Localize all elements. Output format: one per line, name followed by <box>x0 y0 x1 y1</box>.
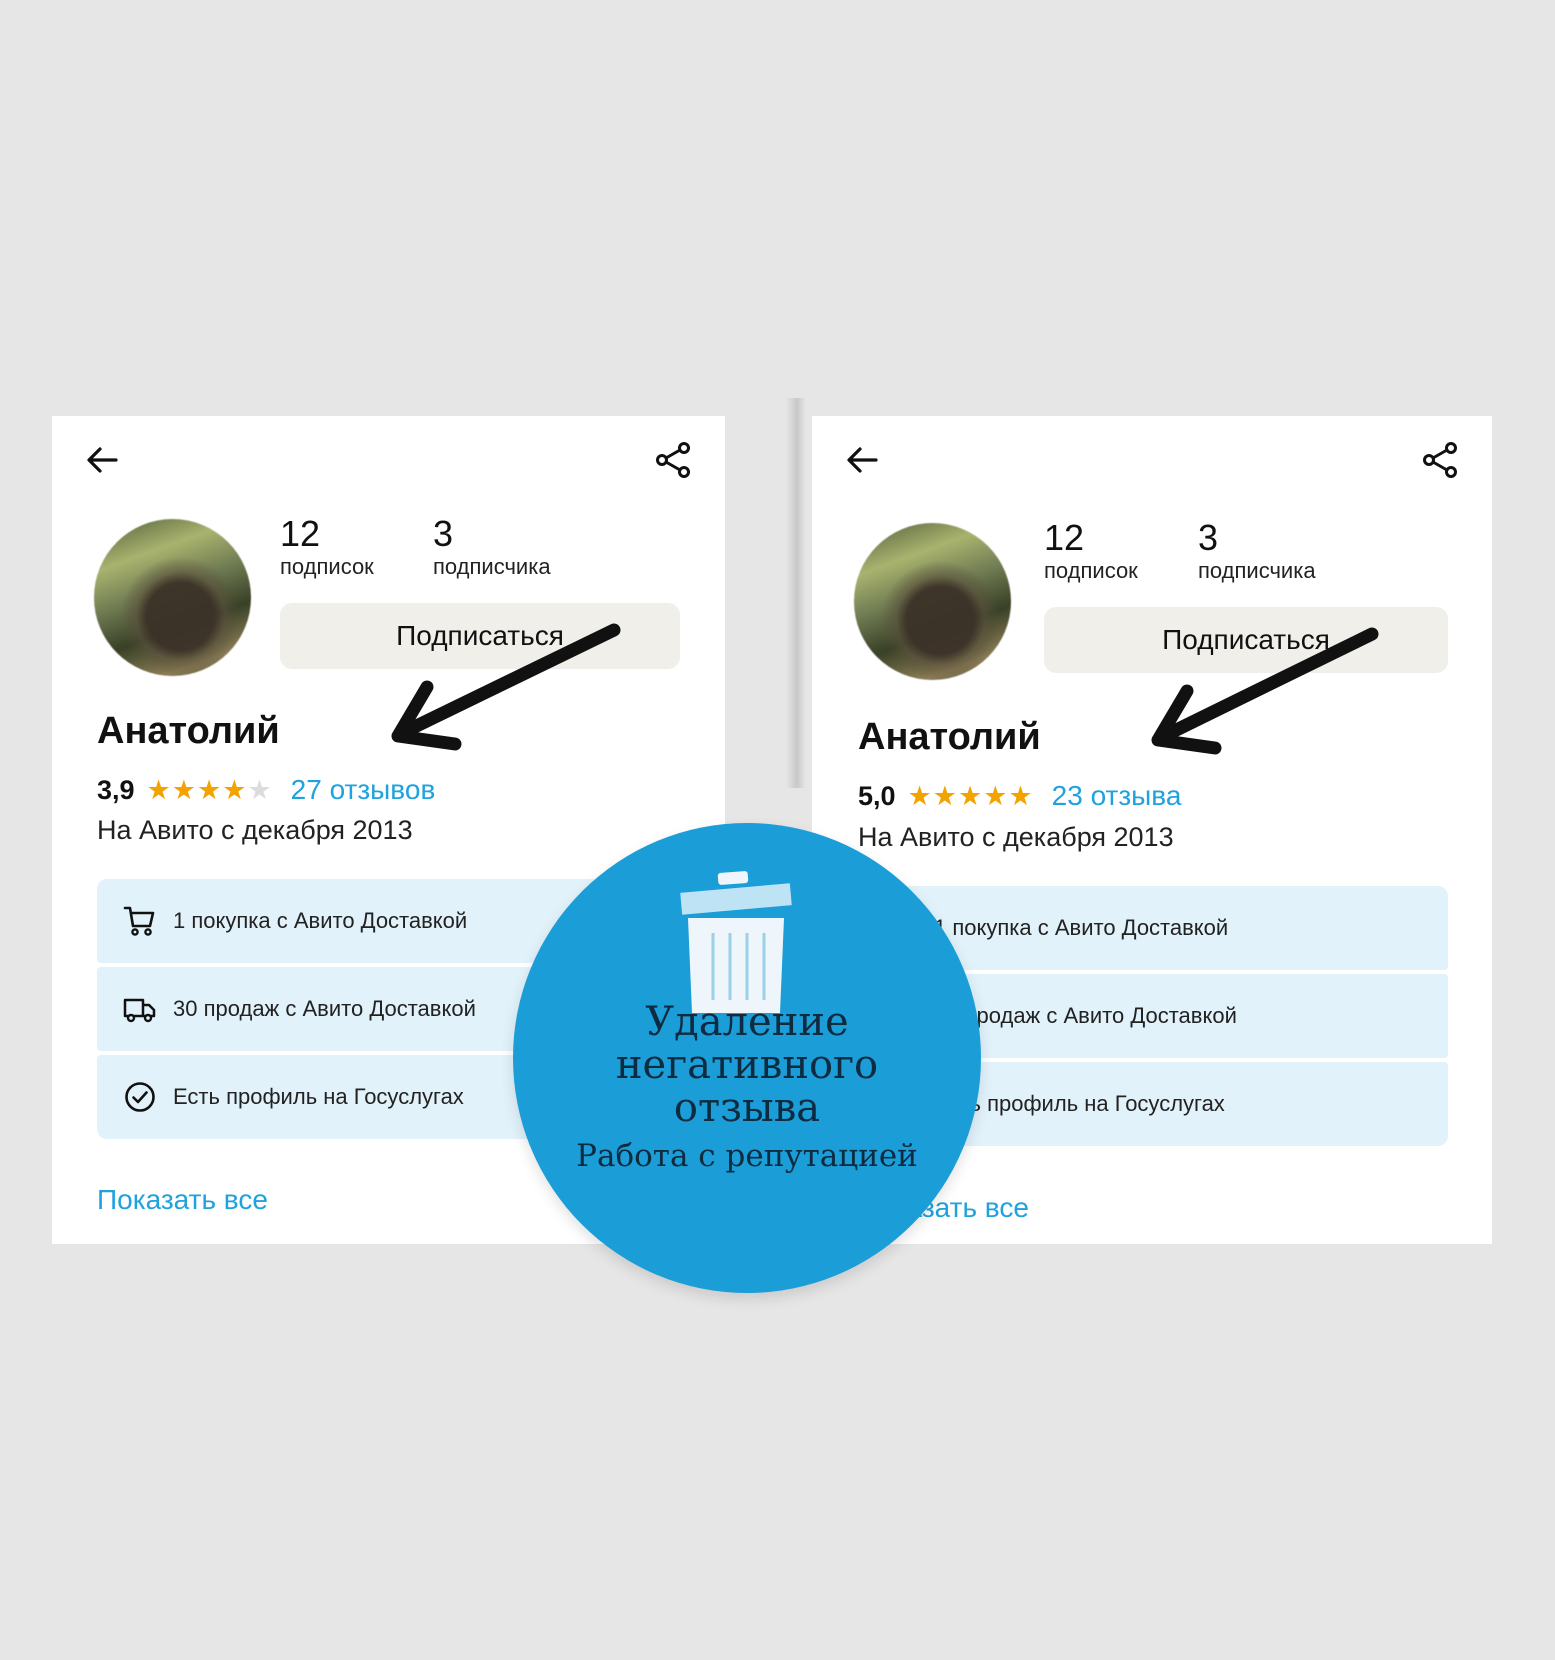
card-shadow <box>786 398 806 788</box>
member-since: На Авито с декабря 2013 <box>97 815 413 845</box>
reviews-link[interactable]: 23 отзыва <box>1052 782 1182 810</box>
star-icon: ★ <box>146 774 172 805</box>
back-arrow-icon[interactable] <box>84 442 120 478</box>
followings-count[interactable]: 12 <box>280 516 320 552</box>
annotation-arrow <box>391 623 621 751</box>
followers-label[interactable]: подписчика <box>433 556 551 578</box>
profile-name: Анатолий <box>97 710 280 752</box>
check-circle-icon <box>125 1082 155 1112</box>
followers-count[interactable]: 3 <box>433 516 453 552</box>
show-all-link[interactable]: Показать все <box>97 1186 268 1214</box>
star-icon: ★ <box>1008 780 1034 811</box>
list-item-label: 1 покупка с Авито Доставкой <box>934 915 1229 940</box>
star-icon: ★ <box>907 780 933 811</box>
avatar[interactable] <box>94 519 251 676</box>
list-item-label: 30 продаж с Авито Доставкой <box>173 996 476 1021</box>
profile-name: Анатолий <box>858 716 1041 758</box>
star-icon: ★ <box>983 780 1009 811</box>
badge-title: Удаление негативного отзыва <box>513 1001 981 1130</box>
rating-value: 3,9 <box>97 774 135 805</box>
rating-value: 5,0 <box>858 780 896 811</box>
member-since: На Авито с декабря 2013 <box>858 822 1174 852</box>
badge-title-line: Удаление <box>645 999 849 1045</box>
reviews-link[interactable]: 27 отзывов <box>291 776 436 804</box>
share-icon[interactable] <box>653 440 693 480</box>
rating-row: 3,9 ★★★★★ 27 отзывов <box>97 776 435 804</box>
rating-stars: ★★★★★ <box>146 774 273 805</box>
star-icon: ★ <box>196 774 223 805</box>
star-icon: ★ <box>171 774 197 805</box>
truck-icon <box>123 998 156 1023</box>
rating-row: 5,0 ★★★★★ 23 отзыва <box>858 782 1181 810</box>
avatar[interactable] <box>854 523 1011 680</box>
promo-badge: Удаление негативного отзыва Работа с реп… <box>513 823 981 1293</box>
star-icon: ★ <box>932 780 958 811</box>
share-icon[interactable] <box>1420 440 1460 480</box>
followings-count[interactable]: 12 <box>1044 520 1084 556</box>
badge-title-line: отзыва <box>673 1085 821 1131</box>
followers-label[interactable]: подписчика <box>1198 560 1316 582</box>
star-empty-icon: ★ <box>247 774 273 805</box>
badge-subtitle: Работа с репутацией <box>576 1138 918 1174</box>
list-item-label: Есть профиль на Госуслугах <box>173 1084 464 1109</box>
cart-icon <box>123 906 155 936</box>
followings-label[interactable]: подписок <box>280 556 374 578</box>
star-icon: ★ <box>222 774 248 805</box>
list-item-label: 1 покупка с Авито Доставкой <box>173 908 468 933</box>
rating-stars: ★★★★★ <box>907 780 1034 811</box>
trash-icon <box>680 871 792 1013</box>
followings-label[interactable]: подписок <box>1044 560 1138 582</box>
star-icon: ★ <box>957 780 984 811</box>
badge-title-line: негативного <box>615 1042 879 1088</box>
back-arrow-icon[interactable] <box>844 442 880 478</box>
followers-count[interactable]: 3 <box>1198 520 1218 556</box>
annotation-arrow <box>1151 627 1379 755</box>
